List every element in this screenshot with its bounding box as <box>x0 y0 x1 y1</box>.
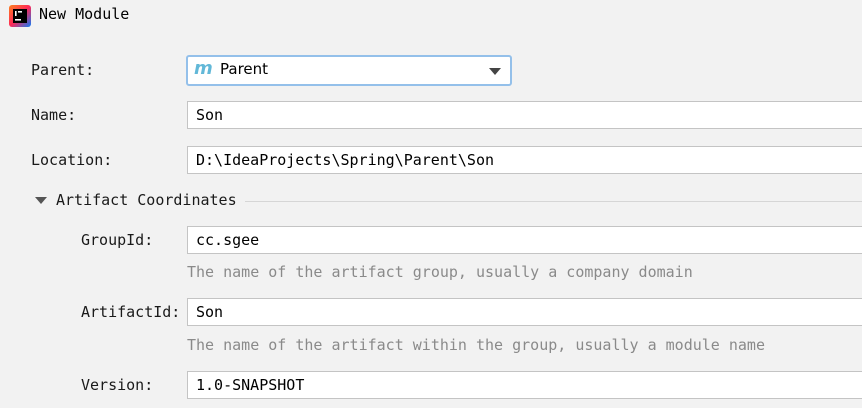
collapse-arrow-icon[interactable] <box>35 197 47 204</box>
name-field[interactable]: Son <box>187 101 862 129</box>
version-label: Version: <box>81 376 154 394</box>
artifact-id-field[interactable]: Son <box>187 298 862 326</box>
chevron-down-icon[interactable] <box>489 68 501 75</box>
intellij-idea-icon <box>9 5 31 27</box>
parent-label: Parent: <box>31 61 95 79</box>
location-label: Location: <box>31 151 113 169</box>
group-id-hint: The name of the artifact group, usually … <box>187 263 693 281</box>
title-bar: New Module <box>0 0 862 32</box>
version-field[interactable]: 1.0-SNAPSHOT <box>187 371 862 399</box>
group-id-field[interactable]: cc.sgee <box>187 226 862 254</box>
name-label: Name: <box>31 106 77 124</box>
parent-value: Parent <box>220 60 269 78</box>
parent-dropdown[interactable]: m Parent <box>186 55 512 86</box>
group-id-label: GroupId: <box>81 231 154 249</box>
artifact-coordinates-title[interactable]: Artifact Coordinates <box>56 191 237 209</box>
maven-module-icon: m <box>194 58 213 79</box>
artifact-id-label: ArtifactId: <box>81 303 181 321</box>
artifact-id-hint: The name of the artifact within the grou… <box>187 336 765 354</box>
section-divider <box>245 201 862 202</box>
location-field[interactable]: D:\IdeaProjects\Spring\Parent\Son <box>187 146 862 174</box>
window-title: New Module <box>39 5 130 23</box>
